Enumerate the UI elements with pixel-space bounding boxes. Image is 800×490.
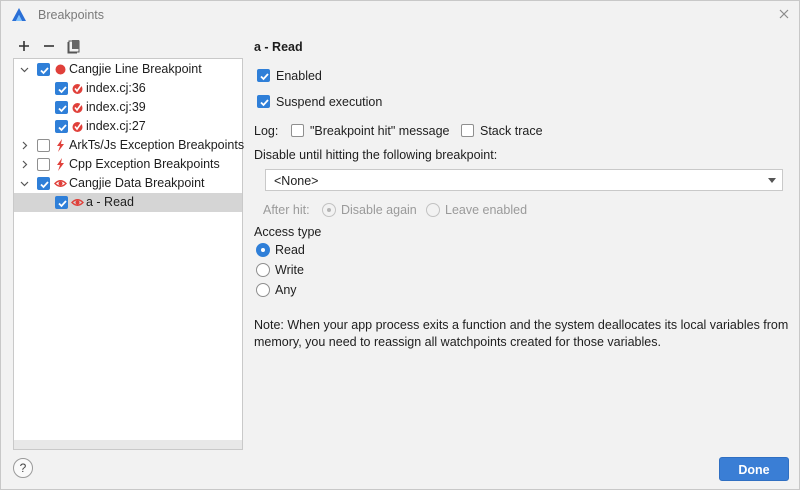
- title-bar: Breakpoints: [1, 1, 799, 29]
- dropdown-value: <None>: [274, 174, 319, 188]
- tree-item-label: Cangjie Line Breakpoint: [69, 62, 202, 76]
- tree-item-cpp-exception[interactable]: Cpp Exception Breakpoints: [14, 155, 242, 174]
- access-type-label: Access type: [254, 225, 322, 239]
- tree-item-checkbox[interactable]: [37, 177, 50, 190]
- eye-icon: [71, 199, 84, 206]
- tree-item-label: index.cj:39: [86, 100, 146, 114]
- enabled-checkbox-box[interactable]: [257, 69, 270, 82]
- lightning-icon: [57, 158, 64, 171]
- tree-item-label: a - Read: [86, 195, 134, 209]
- access-read-radio[interactable]: [256, 243, 270, 257]
- access-read-label: Read: [275, 243, 305, 257]
- minus-icon[interactable]: [40, 37, 58, 55]
- suspend-label: Suspend execution: [276, 95, 383, 109]
- tree-item-checkbox[interactable]: [37, 158, 50, 171]
- group-icon[interactable]: [65, 37, 83, 55]
- tree-item-checkbox[interactable]: [55, 196, 68, 209]
- tree-item-cangjie-line-breakpoint[interactable]: Cangjie Line Breakpoint: [14, 60, 242, 79]
- suspend-checkbox-box[interactable]: [257, 95, 270, 108]
- tree-item-checkbox[interactable]: [55, 120, 68, 133]
- stack-trace-label: Stack trace: [480, 124, 543, 138]
- window-title: Breakpoints: [38, 8, 105, 22]
- done-button[interactable]: Done: [719, 457, 789, 481]
- horizontal-scrollbar[interactable]: [14, 440, 242, 449]
- disable-again-radio[interactable]: [322, 203, 336, 217]
- tree-item-checkbox[interactable]: [55, 82, 68, 95]
- leave-enabled-radio[interactable]: [426, 203, 440, 217]
- breakpoints-dialog: Breakpoints Cangjie Line Breakpoint inde…: [0, 0, 800, 490]
- stack-trace-checkbox[interactable]: [461, 124, 474, 137]
- watchpoint-note: Note: When your app process exits a func…: [254, 318, 789, 349]
- tree-item-label: Cpp Exception Breakpoints: [69, 157, 220, 171]
- log-label: Log:: [254, 124, 279, 138]
- tree-item-label: Cangjie Data Breakpoint: [69, 176, 205, 190]
- breakpoint-heading: a - Read: [254, 40, 303, 54]
- tree-item-label: index.cj:36: [86, 81, 146, 95]
- access-write-label: Write: [275, 263, 304, 277]
- close-icon[interactable]: [777, 7, 791, 21]
- disable-until-dropdown[interactable]: <None>: [265, 169, 783, 191]
- line-breakpoint-icon: [72, 83, 83, 94]
- access-write-radio[interactable]: [256, 263, 270, 277]
- tree-item-index-cj-39[interactable]: index.cj:39: [14, 98, 242, 117]
- line-breakpoint-icon: [72, 121, 83, 132]
- chevron-right-icon[interactable]: [20, 141, 29, 150]
- eye-icon: [54, 180, 67, 187]
- tree-item-checkbox[interactable]: [37, 63, 50, 76]
- tree-item-arkts-js-exception[interactable]: ArkTs/Js Exception Breakpoints: [14, 136, 245, 155]
- red-dot-icon: [55, 64, 66, 75]
- enabled-label: Enabled: [276, 69, 322, 83]
- dropdown-arrow-icon: [768, 178, 776, 183]
- chevron-down-icon[interactable]: [20, 179, 29, 188]
- log-message-checkbox[interactable]: [291, 124, 304, 137]
- disable-again-label: Disable again: [341, 203, 417, 217]
- chevron-down-icon[interactable]: [20, 65, 29, 74]
- access-any-radio[interactable]: [256, 283, 270, 297]
- tree-item-checkbox[interactable]: [55, 101, 68, 114]
- disable-until-text: Disable until hitting the following brea…: [254, 148, 498, 162]
- tree-item-checkbox[interactable]: [37, 139, 50, 152]
- help-button[interactable]: ?: [13, 458, 33, 478]
- plus-icon[interactable]: [15, 37, 33, 55]
- tree-item-index-cj-36[interactable]: index.cj:36: [14, 79, 242, 98]
- after-hit-label: After hit:: [263, 203, 310, 217]
- deveco-logo-icon: [12, 8, 26, 21]
- leave-enabled-label: Leave enabled: [445, 203, 528, 217]
- tree-item-cangjie-data-breakpoint[interactable]: Cangjie Data Breakpoint: [14, 174, 242, 193]
- access-any-label: Any: [275, 283, 297, 297]
- line-breakpoint-icon: [72, 102, 83, 113]
- breakpoint-tree: Cangjie Line Breakpoint index.cj:36 inde…: [13, 58, 245, 450]
- tree-item-index-cj-27[interactable]: index.cj:27: [14, 117, 242, 136]
- lightning-icon: [57, 139, 64, 152]
- tree-item-a-read[interactable]: a - Read: [14, 193, 242, 212]
- tree-item-label: index.cj:27: [86, 119, 146, 133]
- log-message-label: "Breakpoint hit" message: [310, 124, 450, 138]
- tree-item-label: ArkTs/Js Exception Breakpoints: [69, 138, 245, 152]
- chevron-right-icon[interactable]: [20, 160, 29, 169]
